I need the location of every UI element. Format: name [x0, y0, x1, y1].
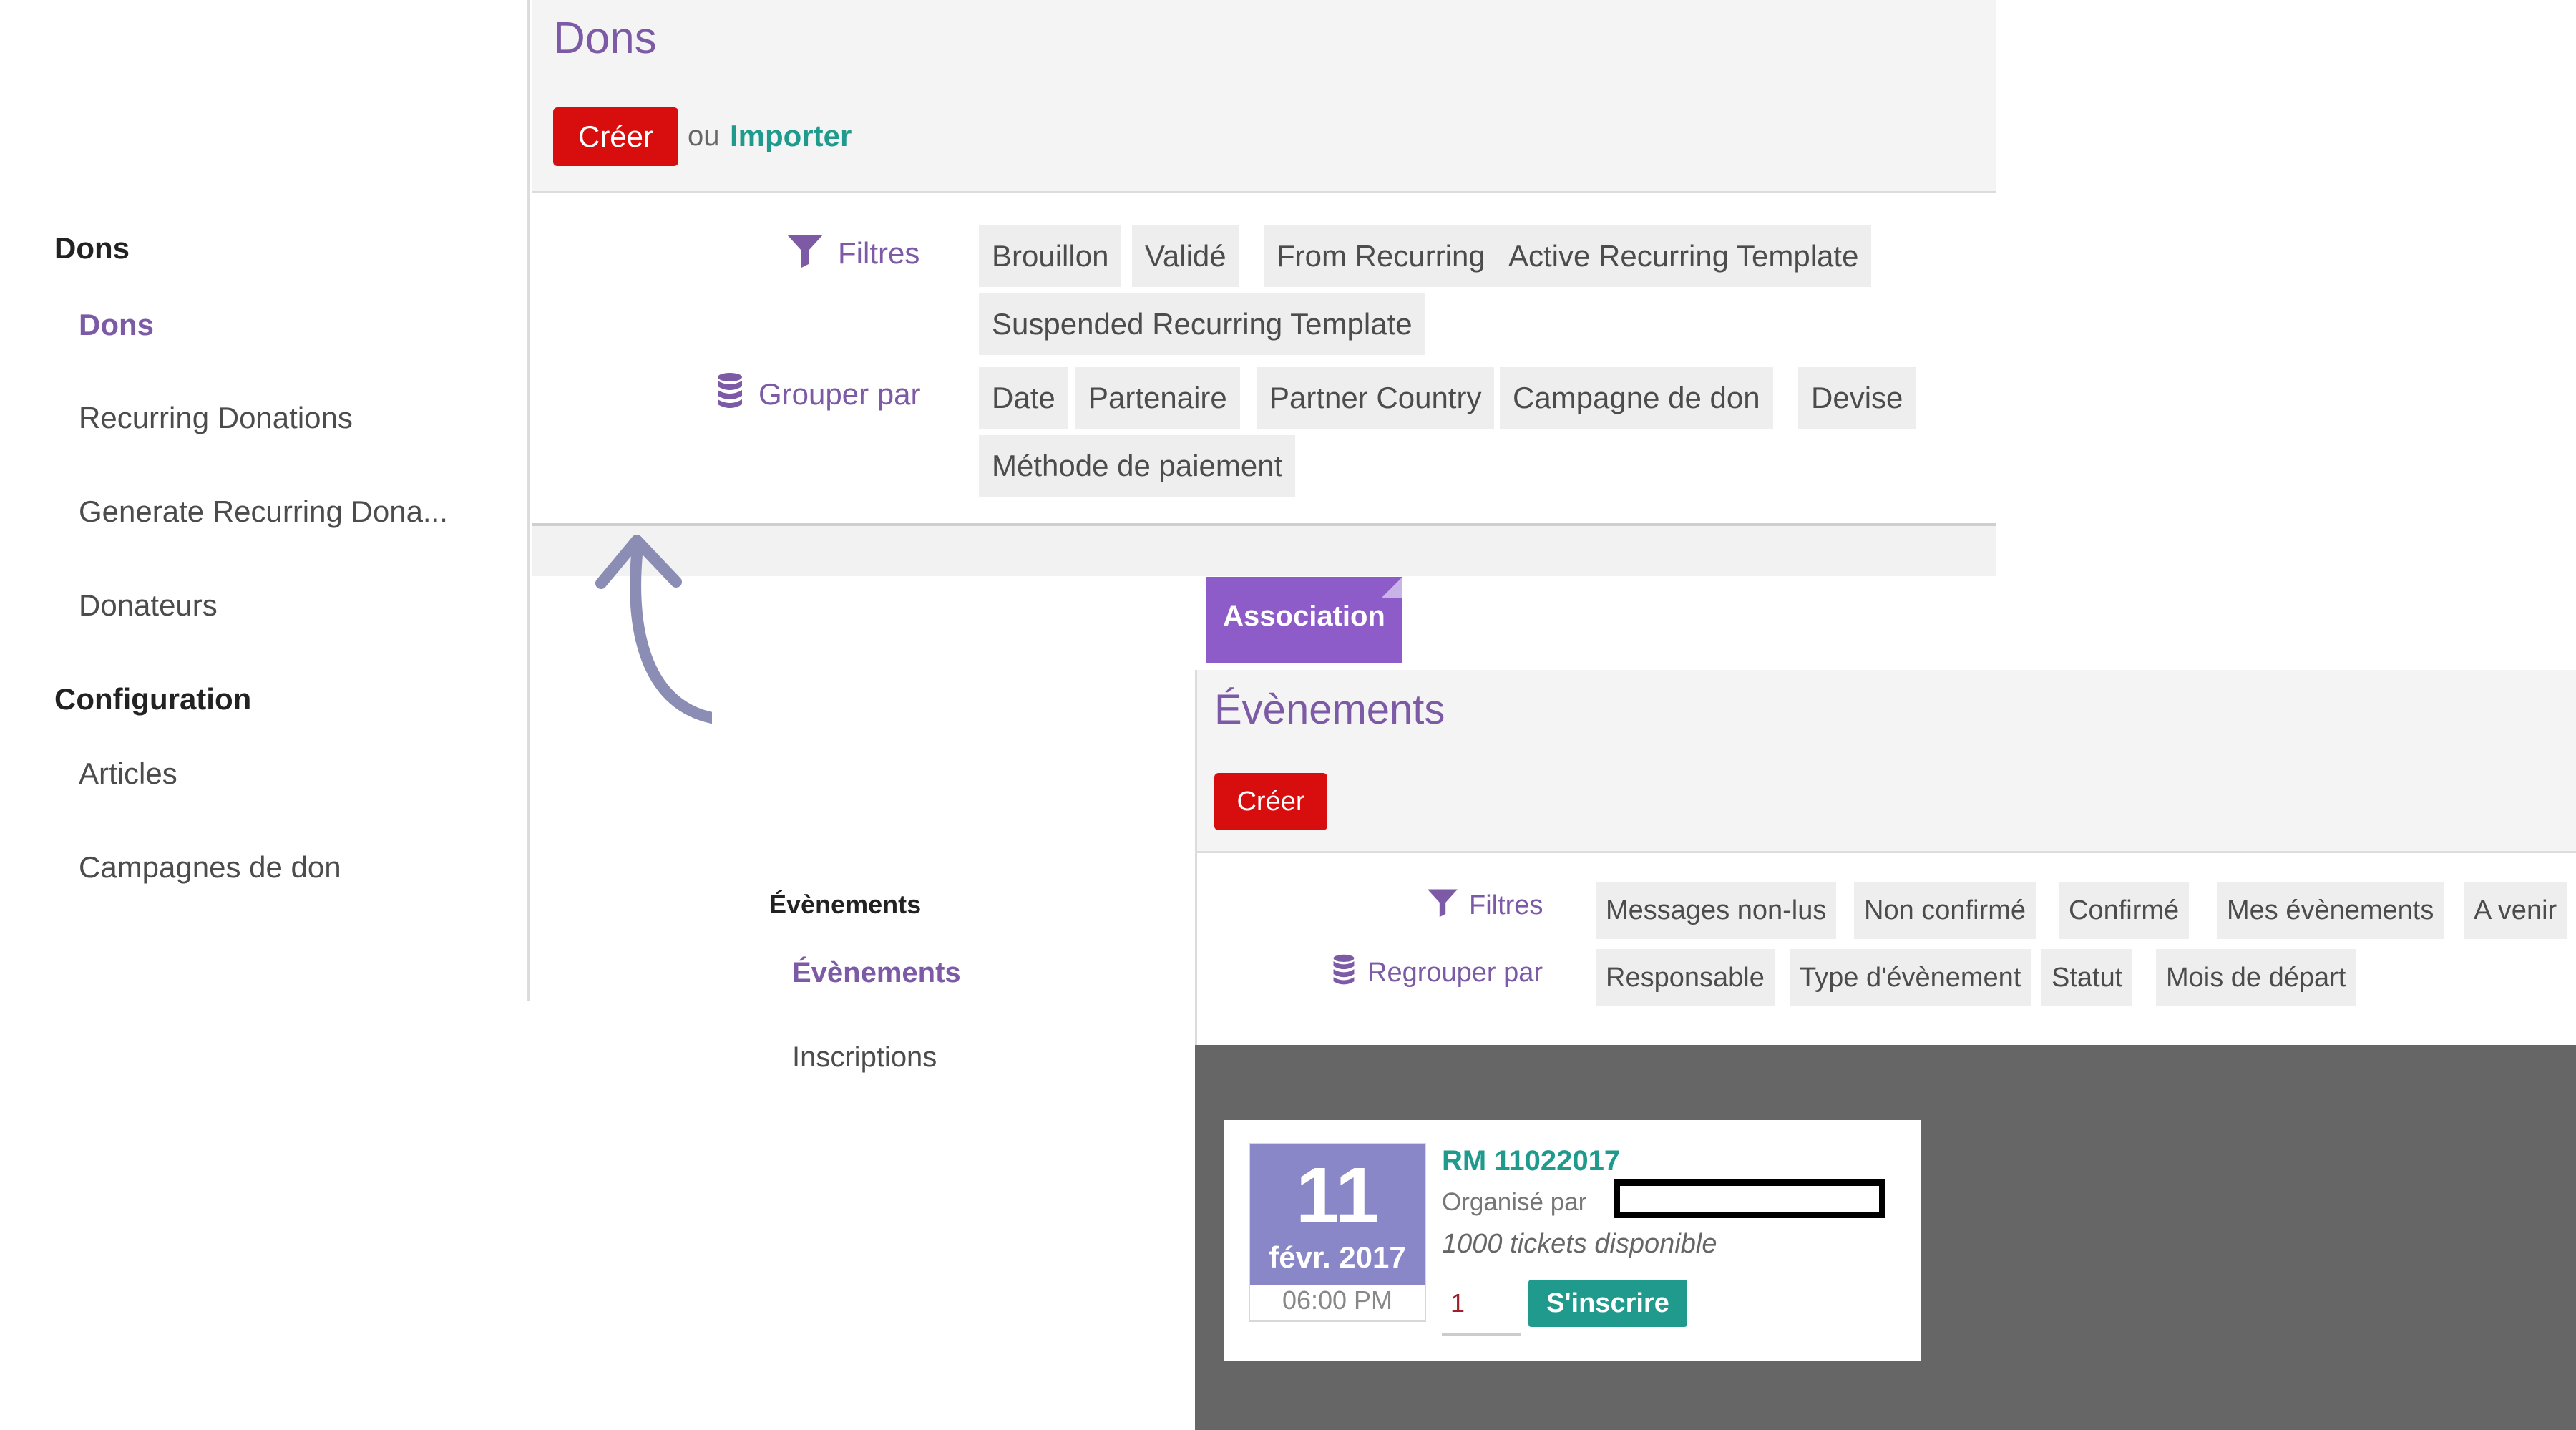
groupby-chip[interactable]: Responsable: [1596, 949, 1775, 1006]
create-button[interactable]: Créer: [553, 107, 678, 166]
page-title: Dons: [553, 14, 657, 63]
page-title: Évènements: [1214, 686, 1445, 733]
groupby-label: Regrouper par: [1367, 958, 1543, 988]
import-link[interactable]: Importer: [730, 119, 852, 153]
groupby-chip[interactable]: Devise: [1798, 367, 1916, 429]
groupby-label: Grouper par: [758, 377, 921, 411]
groupby-chip[interactable]: Date: [979, 367, 1068, 429]
or-label: ou: [688, 120, 720, 152]
filter-chip[interactable]: A venir: [2464, 882, 2567, 939]
filter-chip[interactable]: Messages non-lus: [1596, 882, 1837, 939]
groupby-chip[interactable]: Statut: [2041, 949, 2133, 1006]
filter-chip[interactable]: Suspended Recurring Template: [979, 293, 1425, 355]
sidebar-section-events: Évènements: [769, 890, 922, 919]
filters-label: Filtres: [838, 236, 920, 270]
register-button[interactable]: S'inscrire: [1528, 1280, 1687, 1327]
groupby-chip[interactable]: Partner Country: [1257, 367, 1495, 429]
donations-search-panel: Filtres Brouillon Validé From Recurring …: [532, 193, 1996, 526]
sidebar-item-events[interactable]: Évènements: [792, 957, 961, 989]
events-search-panel: Filtres Messages non-lus Non confirmé Co…: [1195, 853, 2576, 1045]
event-date-header: 11 févr. 2017: [1250, 1144, 1425, 1285]
groupby-chip[interactable]: Mois de départ: [2156, 949, 2356, 1006]
create-button[interactable]: Créer: [1214, 773, 1327, 830]
sidebar-item-dons[interactable]: Dons: [79, 308, 154, 342]
sidebar-item-donateurs[interactable]: Donateurs: [79, 588, 218, 623]
sidebar-item-campagnes[interactable]: Campagnes de don: [79, 850, 341, 885]
filter-chip[interactable]: Confirmé: [2059, 882, 2190, 939]
filter-chip[interactable]: Validé: [1132, 225, 1239, 287]
sidebar-item-recurring-donations[interactable]: Recurring Donations: [79, 401, 353, 435]
event-organizer-label: Organisé par: [1442, 1188, 1587, 1216]
sidebar-item-inscriptions[interactable]: Inscriptions: [792, 1041, 937, 1074]
ticket-quantity-input[interactable]: 1: [1442, 1281, 1521, 1336]
filter-chip[interactable]: Active Recurring Template: [1496, 225, 1872, 287]
database-icon: [1332, 953, 1359, 989]
filter-chip[interactable]: Non confirmé: [1854, 882, 2036, 939]
filter-chip[interactable]: Mes évènements: [2217, 882, 2444, 939]
events-control-panel: Évènements Créer: [1195, 670, 2576, 853]
donations-control-panel: Dons Créer ou Importer: [532, 0, 1996, 193]
filters-label: Filtres: [1469, 890, 1543, 920]
curved-arrow-icon: [587, 526, 730, 730]
groupby-chip[interactable]: Méthode de paiement: [979, 435, 1296, 497]
redacted-organizer: [1614, 1179, 1885, 1218]
tab-corner-decoration: [1381, 577, 1402, 598]
groupby-chip[interactable]: Type d'évènement: [1790, 949, 2031, 1006]
events-sidebar: Évènements Évènements Inscriptions: [712, 576, 1195, 1430]
donations-sidebar: Dons Dons Recurring Donations Generate R…: [0, 0, 530, 1001]
sidebar-section-dons: Dons: [54, 231, 130, 265]
sidebar-section-configuration: Configuration: [54, 682, 252, 716]
sidebar-item-articles[interactable]: Articles: [79, 757, 177, 791]
event-tickets-available: 1000 tickets disponible: [1442, 1229, 1717, 1259]
groupby-chip[interactable]: Campagne de don: [1500, 367, 1773, 429]
event-name-link[interactable]: RM 11022017: [1442, 1145, 1620, 1177]
funnel-icon: [786, 233, 829, 268]
filter-chip[interactable]: From Recurring: [1264, 225, 1498, 287]
tab-association[interactable]: Association: [1206, 577, 1402, 663]
event-month-year: févr. 2017: [1269, 1240, 1406, 1274]
event-time: 06:00 PM: [1282, 1285, 1393, 1315]
filter-chip[interactable]: Brouillon: [979, 225, 1122, 287]
funnel-icon: [1426, 887, 1460, 919]
donations-list-area: [532, 526, 1996, 576]
sidebar-item-generate-recurring[interactable]: Generate Recurring Dona...: [79, 495, 448, 529]
groupby-chip[interactable]: Partenaire: [1075, 367, 1240, 429]
event-day: 11: [1295, 1152, 1380, 1240]
database-icon: [716, 372, 747, 411]
